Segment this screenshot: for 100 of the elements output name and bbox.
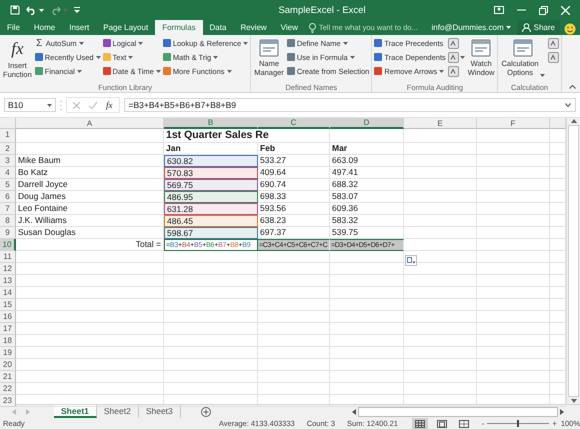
table-cell: 409.64	[258, 167, 330, 179]
table-cell: J.K. Williams	[16, 215, 164, 227]
row-header[interactable]: 11	[0, 251, 16, 263]
empty-cell	[258, 371, 330, 383]
empty-cell	[258, 311, 330, 323]
close-icon[interactable]	[561, 6, 570, 14]
row-header[interactable]: 18	[0, 335, 16, 347]
formula-field[interactable]: =B3+B4+B5+B6+B7+B8+B9	[124, 98, 576, 112]
caret-icon	[213, 56, 218, 58]
empty-cell	[258, 383, 330, 395]
row-header[interactable]: 10	[0, 239, 16, 251]
row-header[interactable]: 17	[0, 323, 16, 335]
view-icon	[414, 420, 425, 428]
caret-icon	[39, 8, 44, 12]
table-cell: Jan	[164, 143, 258, 155]
restore-icon[interactable]	[539, 6, 548, 14]
ribbon-tab[interactable]: Page Layout	[96, 20, 156, 35]
column-header[interactable]: C	[258, 118, 330, 129]
vertical-scrollbar[interactable]	[566, 118, 580, 404]
row-header[interactable]: 22	[0, 383, 16, 395]
view-icon	[458, 420, 469, 428]
row-header[interactable]: 20	[0, 359, 16, 371]
row-header[interactable]: 5	[0, 179, 16, 191]
column-header[interactable]: D	[330, 118, 404, 129]
plus-icon	[200, 406, 211, 416]
table-cell: 631.28	[164, 203, 258, 215]
table-cell: 533.27	[258, 155, 330, 167]
row-header[interactable]: 2	[0, 143, 16, 155]
empty-cell	[258, 347, 330, 359]
name-box[interactable]: B10	[4, 98, 56, 112]
row-header[interactable]: 7	[0, 203, 16, 215]
table-cell: Darrell Joyce	[16, 179, 164, 191]
expand-icon	[565, 103, 571, 107]
row-header[interactable]: 6	[0, 191, 16, 203]
new-sheet-button[interactable]	[200, 406, 211, 416]
ribbon-tab[interactable]: Review	[233, 20, 274, 35]
row-header[interactable]: 1	[0, 129, 16, 143]
row-header[interactable]: 4	[0, 167, 16, 179]
view-button[interactable]	[412, 418, 428, 429]
sheet-tab[interactable]: Sheet1	[54, 405, 97, 418]
caret-icon	[243, 42, 248, 44]
table-cell: Total =	[16, 239, 164, 251]
tool-icon	[548, 52, 559, 62]
row-header[interactable]: 14	[0, 287, 16, 299]
row-header[interactable]: 19	[0, 347, 16, 359]
ribbon-tab[interactable]: Insert	[62, 20, 96, 35]
table-cell: Bo Katz	[16, 167, 164, 179]
row-header[interactable]: 3	[0, 155, 16, 167]
ribbon-tab[interactable]: Data	[202, 20, 234, 35]
account-menu[interactable]: info@Dummies.com	[432, 20, 517, 35]
column-header[interactable]: A	[16, 118, 164, 129]
save-button[interactable]	[10, 3, 20, 17]
ribbon-tab[interactable]: File	[0, 20, 27, 35]
row-header[interactable]: 9	[0, 227, 16, 239]
ribbon-display-icon[interactable]	[494, 6, 504, 14]
tool-icon	[448, 38, 459, 48]
tool-icon	[448, 52, 459, 62]
column-header[interactable]: E	[404, 118, 477, 129]
person-icon	[522, 23, 531, 32]
smiley-icon[interactable]	[564, 23, 576, 35]
column-header[interactable]: B	[164, 118, 258, 129]
table-cell: 688.32	[330, 179, 404, 191]
empty-cell	[258, 275, 330, 287]
ribbon-tab[interactable]: Home	[26, 20, 62, 35]
empty-cell	[258, 263, 330, 275]
share-button[interactable]: Share	[516, 20, 560, 35]
row-header[interactable]: 23	[0, 395, 16, 407]
save-icon	[10, 5, 20, 15]
column-header[interactable]: F	[477, 118, 550, 129]
table-cell: 638.23	[258, 215, 330, 227]
ribbon-icon-button[interactable]	[548, 37, 559, 49]
caret-icon	[63, 8, 68, 12]
minimize-icon[interactable]	[517, 9, 526, 11]
table-cell: Doug James	[16, 191, 164, 203]
paste-options-icon[interactable]	[405, 255, 417, 266]
close-icon	[73, 102, 80, 108]
row-header[interactable]: 12	[0, 263, 16, 275]
table-cell: 486.95	[164, 191, 258, 203]
row-header[interactable]: 15	[0, 299, 16, 311]
row-header[interactable]: 21	[0, 371, 16, 383]
customize-icon	[74, 7, 80, 13]
slider-thumb[interactable]	[517, 420, 520, 427]
row-header[interactable]: 8	[0, 215, 16, 227]
caret-icon	[76, 70, 82, 72]
row-header[interactable]: 16	[0, 311, 16, 323]
collapse-ribbon-icon[interactable]	[569, 85, 576, 89]
table-cell: Mike Baum	[16, 155, 164, 167]
ribbon-icon-button[interactable]	[548, 51, 559, 63]
row-header[interactable]: 13	[0, 275, 16, 287]
ribbon-tab[interactable]: Formulas	[155, 20, 203, 35]
caret-icon	[540, 74, 545, 77]
caret-icon	[506, 26, 511, 29]
insert-function-button[interactable]: fx	[106, 100, 112, 110]
caret-icon	[78, 42, 84, 44]
empty-cell	[258, 359, 330, 371]
table-cell: 1st Quarter Sales Re	[164, 129, 330, 143]
ribbon-tab[interactable]: View	[274, 20, 305, 35]
table-cell: Susan Douglas	[16, 227, 164, 239]
horizontal-scrollbar[interactable]	[352, 406, 564, 416]
ribbon-icon-button[interactable]	[448, 51, 465, 63]
